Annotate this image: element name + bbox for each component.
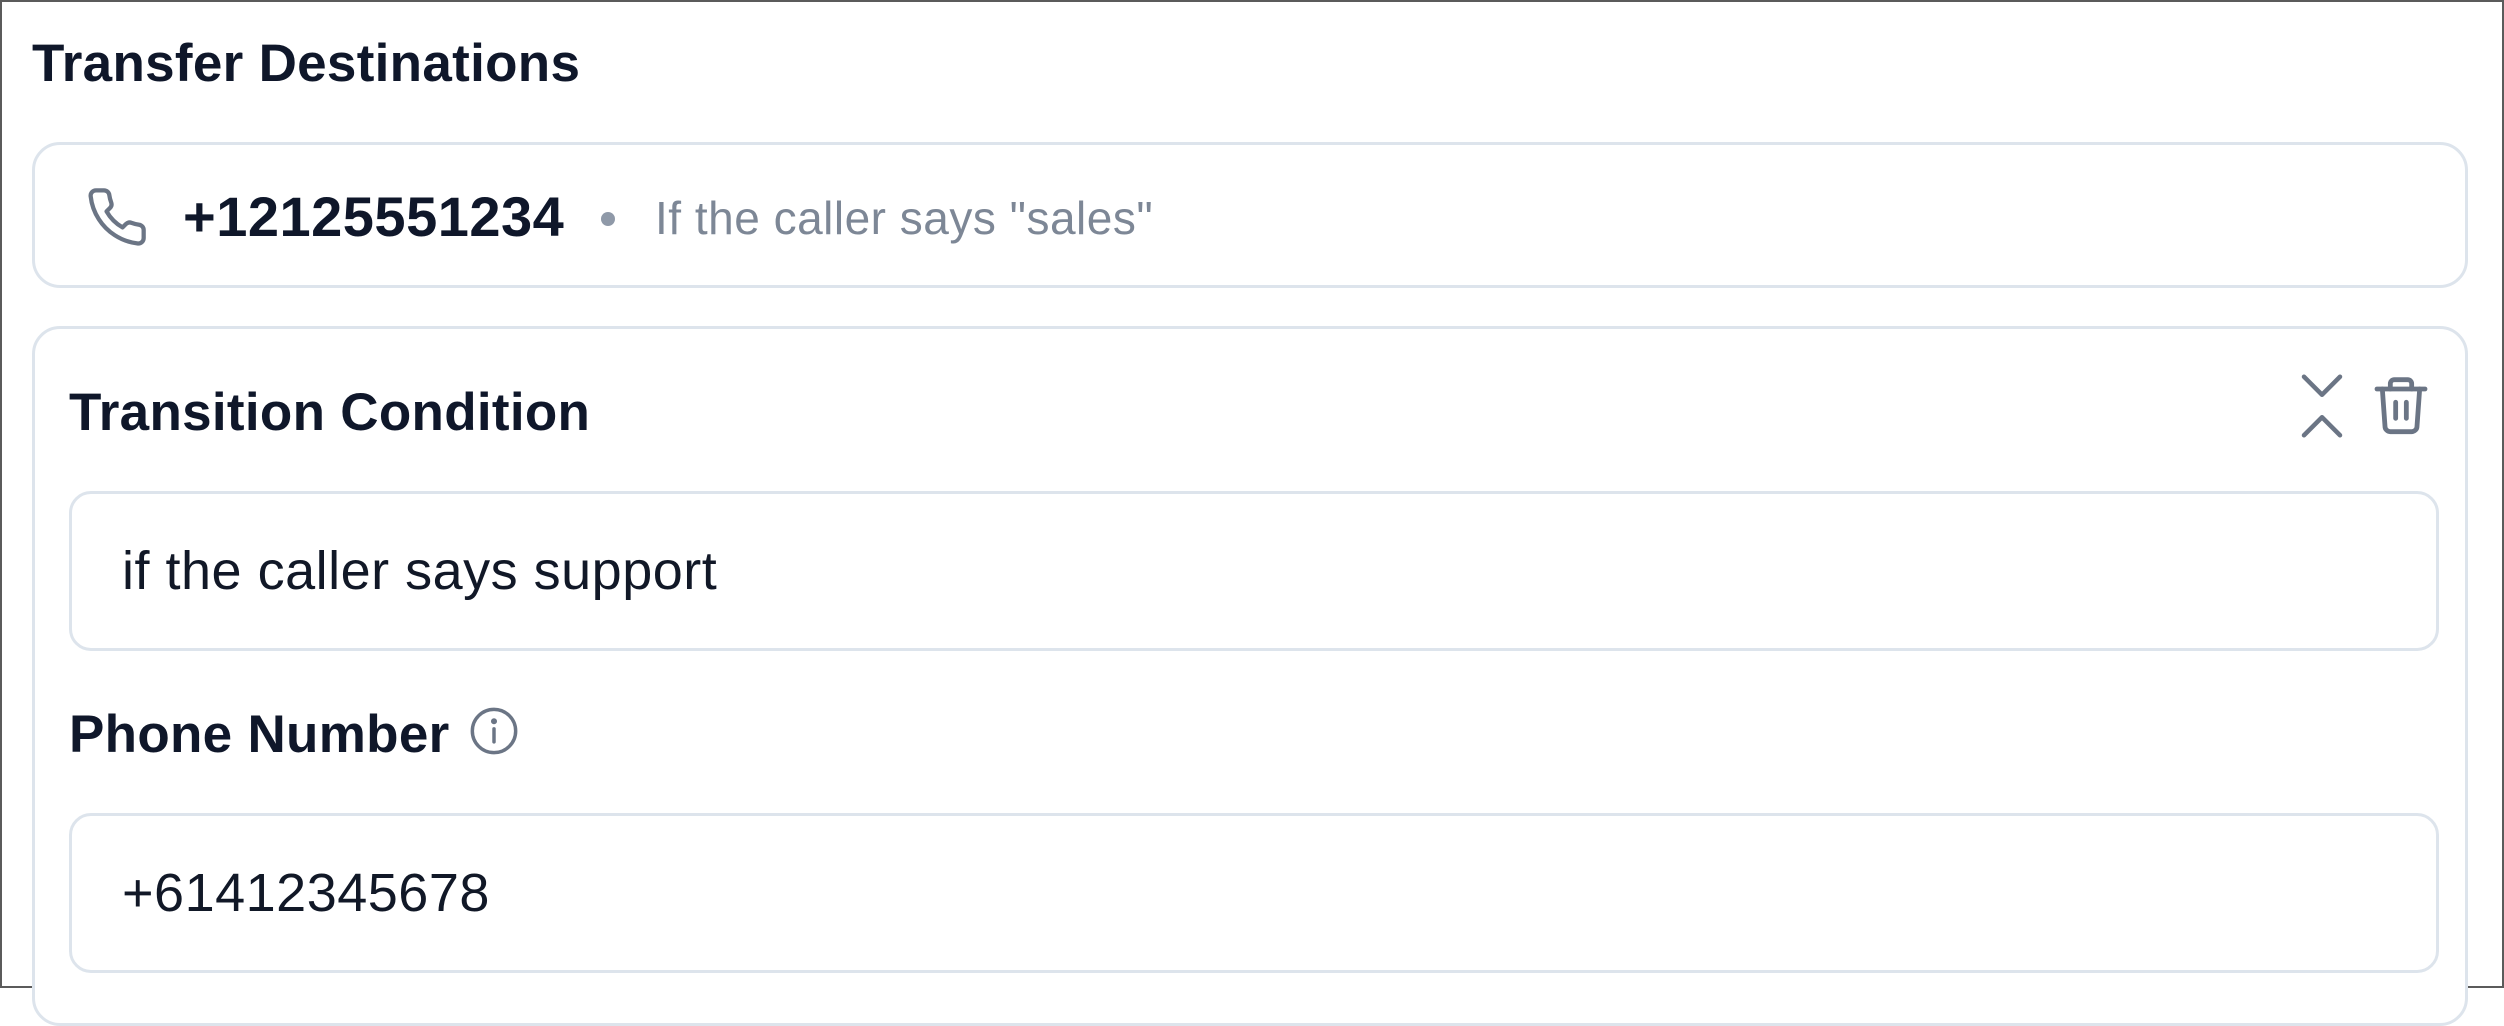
section-title: Transfer Destinations <box>32 34 581 93</box>
phone-number-label: Phone Number <box>69 705 450 764</box>
separator-dot <box>601 212 615 226</box>
transfer-destinations-panel: Transfer Destinations +12125551234 If th… <box>0 0 2504 1026</box>
destination-condition: If the caller says "sales" <box>655 192 1154 244</box>
trash-icon[interactable] <box>2369 371 2433 439</box>
info-icon[interactable] <box>468 705 520 757</box>
transition-condition-input[interactable] <box>69 491 2439 651</box>
phone-number-input[interactable] <box>69 813 2439 973</box>
destination-item[interactable]: +12125551234 If the caller says "sales" <box>32 142 2468 288</box>
phone-icon <box>88 188 146 246</box>
phone-number-label-row: Phone Number <box>69 699 520 771</box>
destination-editor: Transition Condition Phone Number <box>32 326 2468 1026</box>
collapse-icon[interactable] <box>2295 369 2349 443</box>
transition-condition-label: Transition Condition <box>69 383 591 442</box>
destination-number: +12125551234 <box>183 185 565 248</box>
